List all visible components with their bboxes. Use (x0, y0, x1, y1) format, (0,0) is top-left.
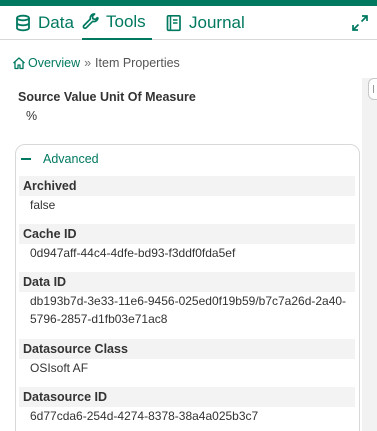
property-label-archived: Archived (19, 176, 355, 196)
breadcrumb-separator: » (84, 56, 92, 70)
tab-journal[interactable]: Journal (165, 6, 245, 40)
property-value-data-id: db193b7d-3e33-11e6-9456-025ed0f19b59/b7c… (30, 294, 347, 308)
wrench-icon (82, 13, 100, 31)
database-icon (14, 14, 32, 32)
scrollbar-track[interactable] (362, 78, 377, 431)
uom-value: % (26, 109, 38, 123)
property-value-data-id-cont: 5796-2857-d1fb03e71ac8 (30, 312, 168, 326)
property-label-cache-id: Cache ID (19, 224, 355, 244)
book-icon (165, 14, 183, 32)
tab-bar: Data Tools Journal (0, 6, 377, 40)
tab-tools[interactable]: Tools (82, 6, 152, 40)
uom-label: Source Value Unit Of Measure (18, 90, 196, 104)
property-value-cache-id: 0d947aff-44c4-4dfe-bd93-f3ddf0fda5ef (30, 246, 236, 260)
breadcrumb: Overview » Item Properties (12, 55, 180, 71)
property-label-data-id: Data ID (19, 272, 355, 292)
tab-data-label: Data (38, 13, 74, 32)
tab-tools-label: Tools (106, 12, 146, 31)
property-label-datasource-id: Datasource ID (19, 387, 355, 407)
panel-collapse-handle[interactable] (368, 78, 377, 100)
collapse-minus-icon (21, 158, 31, 160)
expand-icon[interactable] (351, 14, 369, 32)
breadcrumb-current: Item Properties (95, 56, 180, 70)
tab-data[interactable]: Data (14, 6, 74, 40)
home-icon[interactable] (12, 56, 26, 70)
property-label-datasource-class: Datasource Class (19, 339, 355, 359)
property-value-datasource-class: OSIsoft AF (30, 361, 89, 375)
property-value-archived: false (30, 198, 56, 212)
property-value-datasource-id: 6d77cda6-254d-4274-8378-38a4a025b3c7 (30, 409, 259, 423)
breadcrumb-overview-link[interactable]: Overview (28, 56, 80, 70)
advanced-title: Advanced (43, 152, 99, 166)
advanced-toggle[interactable]: Advanced (21, 152, 99, 166)
tab-journal-label: Journal (189, 13, 245, 32)
